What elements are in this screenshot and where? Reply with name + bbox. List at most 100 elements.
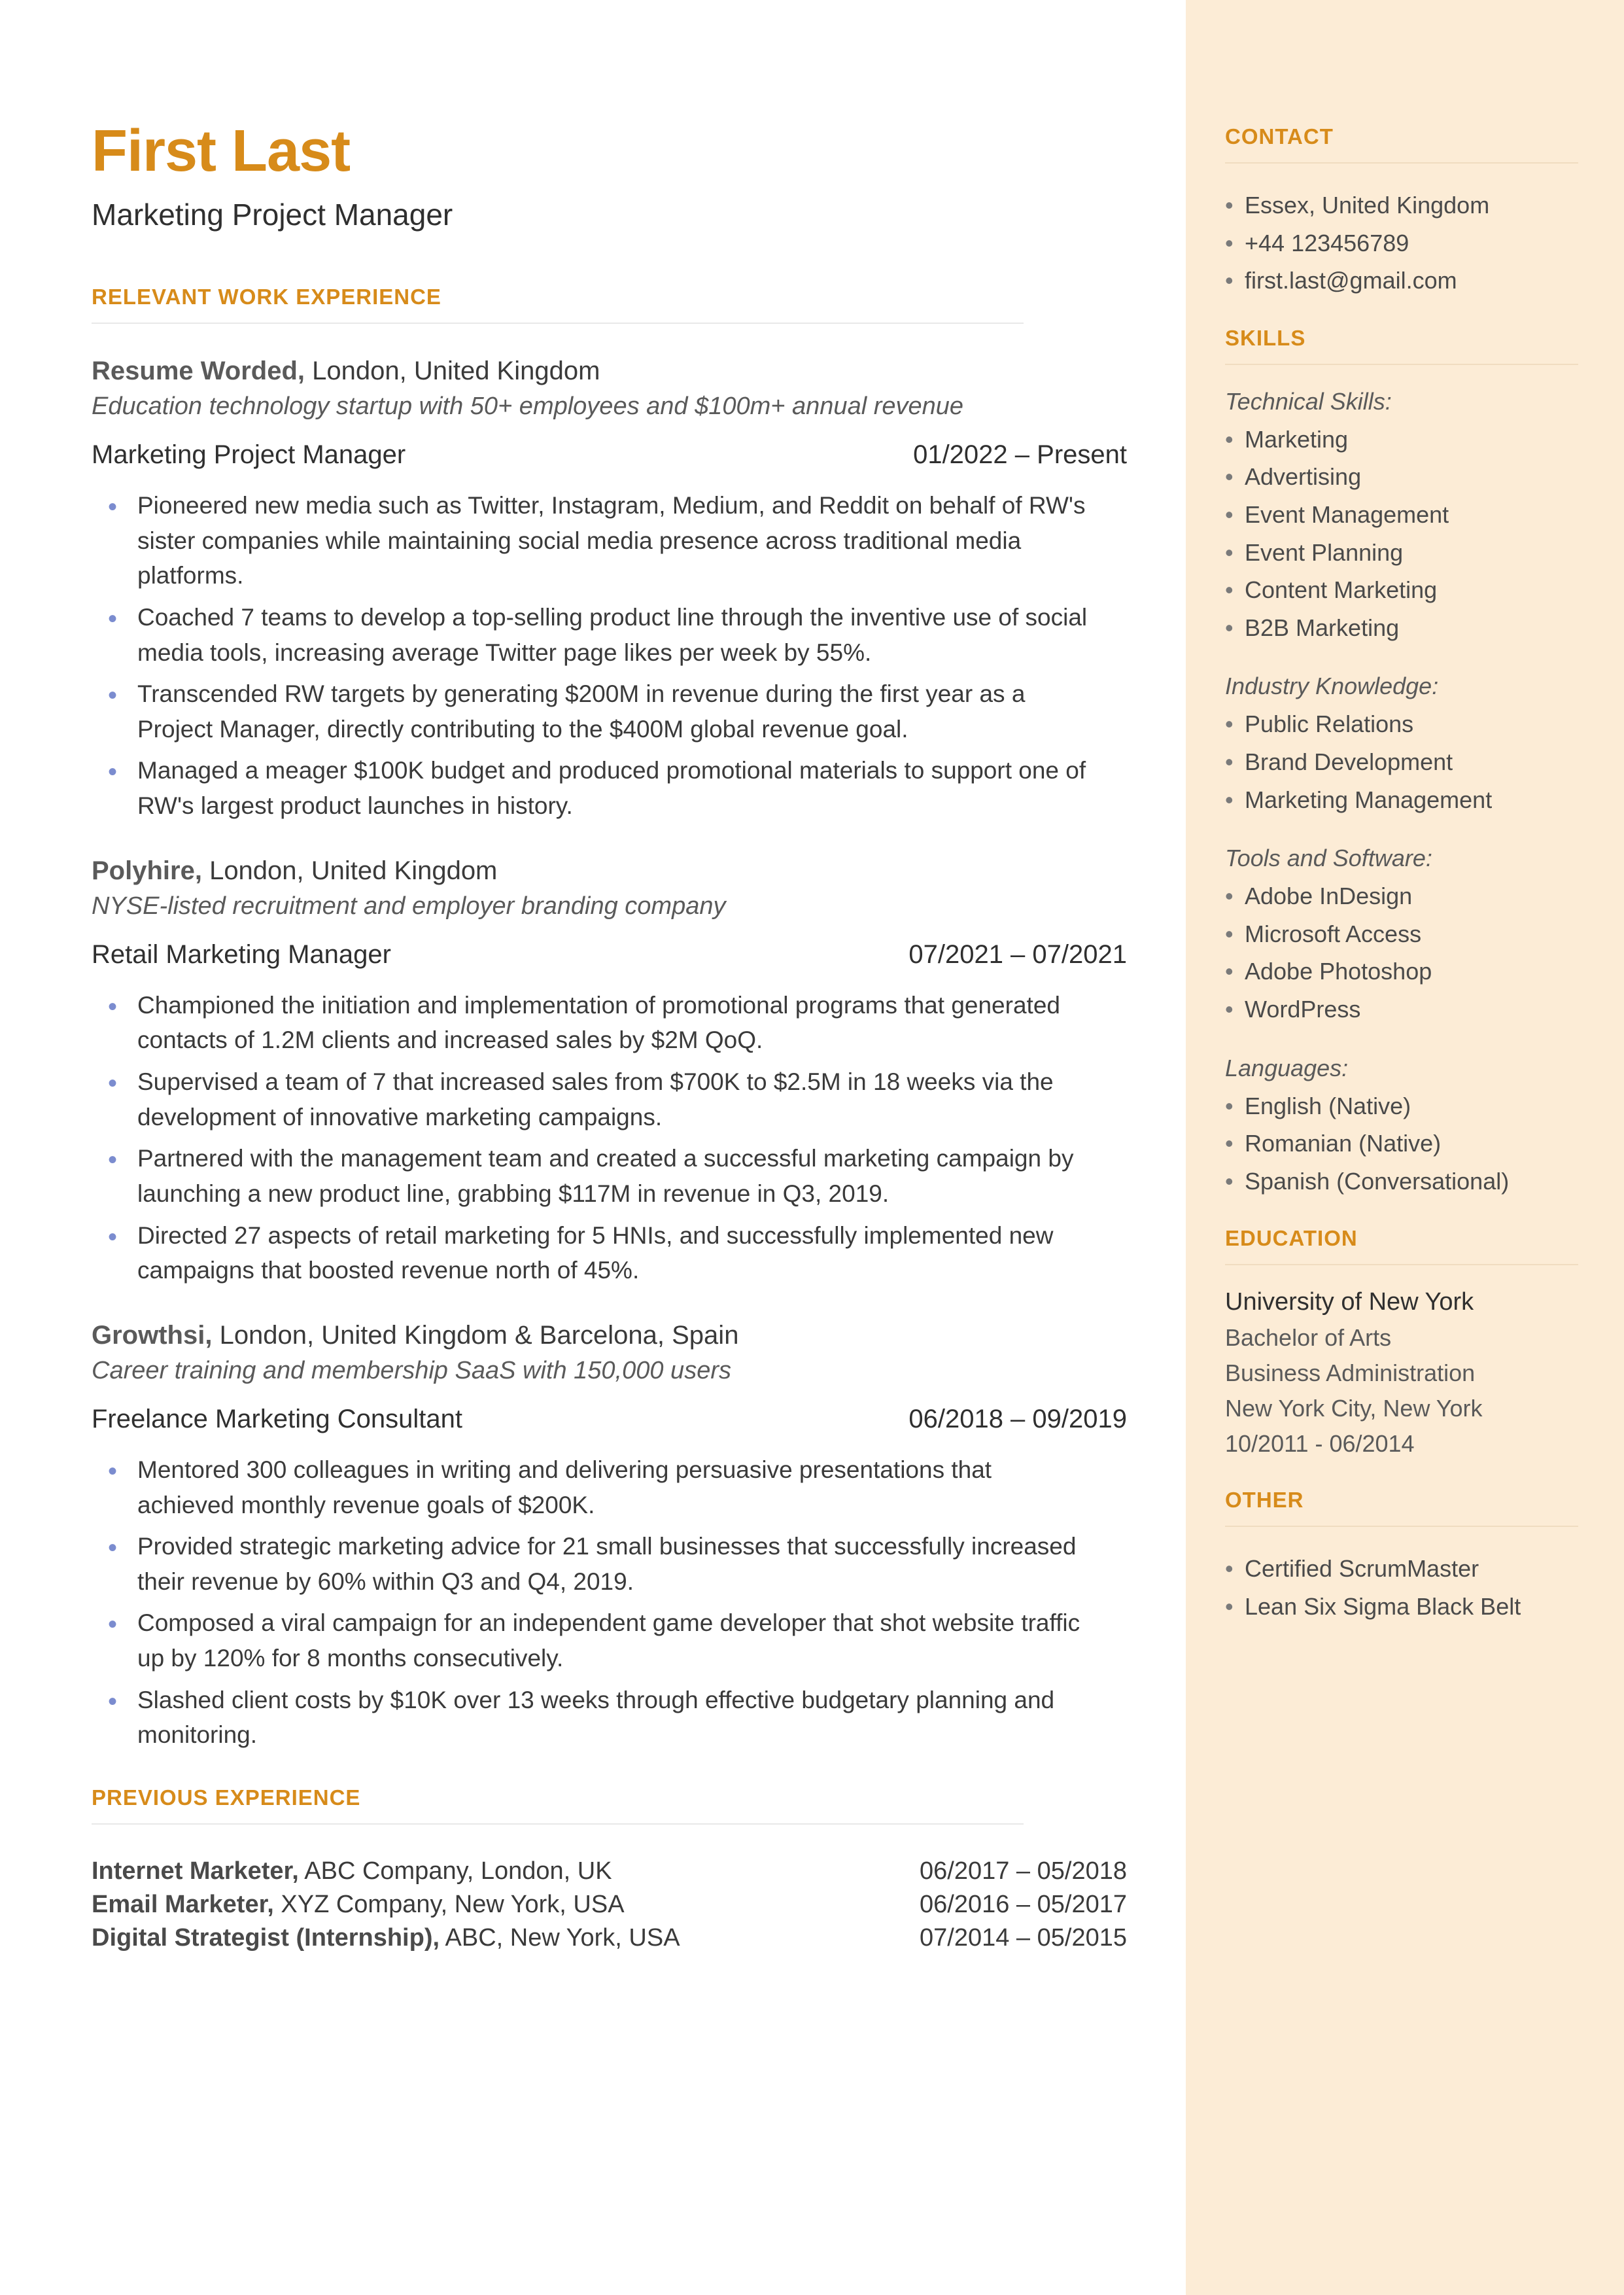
achievement-item: Mentored 300 colleagues in writing and d… <box>137 1452 1127 1522</box>
candidate-name: First Last <box>92 118 1127 185</box>
company-location: London, United Kingdom <box>305 357 600 385</box>
section-contact: CONTACT <box>1225 124 1578 149</box>
achievement-item: Partnered with the management team and c… <box>137 1141 1127 1211</box>
role-title: Retail Marketing Manager <box>92 940 391 970</box>
role-title: Freelance Marketing Consultant <box>92 1405 462 1434</box>
skill-category: Industry Knowledge: <box>1225 673 1578 700</box>
previous-company: ABC, New York, USA <box>440 1924 680 1952</box>
achievement-item: Coached 7 teams to develop a top-selling… <box>137 600 1127 670</box>
main-column: First Last Marketing Project Manager REL… <box>0 0 1186 2295</box>
achievement-item: Managed a meager $100K budget and produc… <box>137 753 1127 823</box>
section-skills: SKILLS <box>1225 326 1578 351</box>
skill-item: Marketing <box>1225 421 1578 459</box>
achievement-item: Pioneered new media such as Twitter, Ins… <box>137 488 1127 593</box>
skill-item: Brand Development <box>1225 743 1578 781</box>
skill-item: Microsoft Access <box>1225 915 1578 953</box>
skill-list: English (Native)Romanian (Native)Spanish… <box>1225 1087 1578 1200</box>
skill-item: B2B Marketing <box>1225 609 1578 647</box>
skill-item: Adobe Photoshop <box>1225 953 1578 990</box>
company-line: Polyhire, London, United Kingdom <box>92 856 1127 886</box>
role-dates: 07/2021 – 07/2021 <box>908 940 1127 970</box>
sidebar-column: CONTACT Essex, United Kingdom+44 1234567… <box>1186 0 1624 2295</box>
previous-role-company: Digital Strategist (Internship), ABC, Ne… <box>92 1924 680 1952</box>
skill-item: Adobe InDesign <box>1225 877 1578 915</box>
divider <box>1225 364 1578 365</box>
contact-list: Essex, United Kingdom+44 123456789first.… <box>1225 186 1578 300</box>
previous-dates: 06/2016 – 05/2017 <box>920 1891 1127 1919</box>
skill-list: Public RelationsBrand DevelopmentMarketi… <box>1225 705 1578 818</box>
skill-list: MarketingAdvertisingEvent ManagementEven… <box>1225 421 1578 647</box>
role-dates: 06/2018 – 09/2019 <box>908 1405 1127 1434</box>
resume-page: First Last Marketing Project Manager REL… <box>0 0 1624 2295</box>
divider <box>1225 1526 1578 1527</box>
company-location: London, United Kingdom <box>202 856 497 885</box>
achievement-item: Championed the initiation and implementa… <box>137 988 1127 1058</box>
skill-item: WordPress <box>1225 990 1578 1028</box>
company-location: London, United Kingdom & Barcelona, Spai… <box>212 1321 738 1350</box>
education-location: New York City, New York <box>1225 1391 1578 1426</box>
achievement-list: Championed the initiation and implementa… <box>92 988 1127 1288</box>
divider <box>92 1823 1024 1825</box>
previous-dates: 06/2017 – 05/2018 <box>920 1857 1127 1885</box>
previous-role-company: Internet Marketer, ABC Company, London, … <box>92 1857 612 1885</box>
previous-company: ABC Company, London, UK <box>299 1857 612 1885</box>
education-field: Business Administration <box>1225 1356 1578 1391</box>
company-name: Resume Worded, <box>92 357 305 385</box>
section-previous-experience: PREVIOUS EXPERIENCE <box>92 1785 1127 1810</box>
achievement-item: Directed 27 aspects of retail marketing … <box>137 1218 1127 1288</box>
company-description: Education technology startup with 50+ em… <box>92 393 1127 421</box>
company-name: Growthsi, <box>92 1321 212 1350</box>
divider <box>1225 1264 1578 1265</box>
achievement-item: Slashed client costs by $10K over 13 wee… <box>137 1683 1127 1753</box>
role-row: Freelance Marketing Consultant 06/2018 – … <box>92 1405 1127 1434</box>
company-line: Growthsi, London, United Kingdom & Barce… <box>92 1321 1127 1350</box>
achievement-list: Pioneered new media such as Twitter, Ins… <box>92 488 1127 824</box>
other-list: Certified ScrumMasterLean Six Sigma Blac… <box>1225 1550 1578 1625</box>
skill-item: English (Native) <box>1225 1087 1578 1125</box>
skill-category: Technical Skills: <box>1225 388 1578 415</box>
achievement-list: Mentored 300 colleagues in writing and d… <box>92 1452 1127 1753</box>
previous-dates: 07/2014 – 05/2015 <box>920 1924 1127 1952</box>
skill-item: Marketing Management <box>1225 781 1578 819</box>
company-name: Polyhire, <box>92 856 202 885</box>
contact-item: first.last@gmail.com <box>1225 262 1578 300</box>
company-description: NYSE-listed recruitment and employer bra… <box>92 892 1127 920</box>
role-row: Marketing Project Manager01/2022 – Prese… <box>92 440 1127 470</box>
contact-item: +44 123456789 <box>1225 224 1578 262</box>
previous-company: XYZ Company, New York, USA <box>274 1891 625 1918</box>
achievement-item: Transcended RW targets by generating $20… <box>137 676 1127 746</box>
skill-category: Tools and Software: <box>1225 845 1578 872</box>
skill-item: Advertising <box>1225 458 1578 496</box>
skill-item: Romanian (Native) <box>1225 1125 1578 1163</box>
previous-role: Digital Strategist (Internship), <box>92 1924 440 1952</box>
achievement-item: Provided strategic marketing advice for … <box>137 1529 1127 1599</box>
other-item: Lean Six Sigma Black Belt <box>1225 1588 1578 1626</box>
section-education: EDUCATION <box>1225 1226 1578 1251</box>
skill-item: Spanish (Conversational) <box>1225 1163 1578 1200</box>
achievement-item: Supervised a team of 7 that increased sa… <box>137 1064 1127 1134</box>
job-block: Resume Worded, London, United Kingdom Edu… <box>92 357 1127 824</box>
education-degree: Bachelor of Arts <box>1225 1320 1578 1356</box>
previous-role: Internet Marketer, <box>92 1857 299 1885</box>
skill-item: Content Marketing <box>1225 571 1578 609</box>
section-other: OTHER <box>1225 1488 1578 1513</box>
skill-item: Event Management <box>1225 496 1578 534</box>
previous-row: Internet Marketer, ABC Company, London, … <box>92 1857 1127 1885</box>
candidate-title: Marketing Project Manager <box>92 197 1127 232</box>
role-dates: 01/2022 – Present <box>913 440 1127 470</box>
skill-item: Public Relations <box>1225 705 1578 743</box>
job-block: Polyhire, London, United Kingdom NYSE-lis… <box>92 856 1127 1288</box>
education-school: University of New York <box>1225 1288 1578 1316</box>
education-block: University of New York Bachelor of Arts … <box>1225 1288 1578 1462</box>
divider <box>1225 162 1578 164</box>
company-line: Resume Worded, London, United Kingdom <box>92 357 1127 386</box>
section-relevant-experience: RELEVANT WORK EXPERIENCE <box>92 285 1127 309</box>
job-block: Growthsi, London, United Kingdom & Barce… <box>92 1321 1127 1753</box>
previous-role-company: Email Marketer, XYZ Company, New York, U… <box>92 1891 625 1919</box>
achievement-item: Composed a viral campaign for an indepen… <box>137 1605 1127 1675</box>
divider <box>92 323 1024 324</box>
skill-list: Adobe InDesignMicrosoft AccessAdobe Phot… <box>1225 877 1578 1028</box>
skill-item: Event Planning <box>1225 534 1578 572</box>
skill-category: Languages: <box>1225 1055 1578 1082</box>
other-item: Certified ScrumMaster <box>1225 1550 1578 1588</box>
